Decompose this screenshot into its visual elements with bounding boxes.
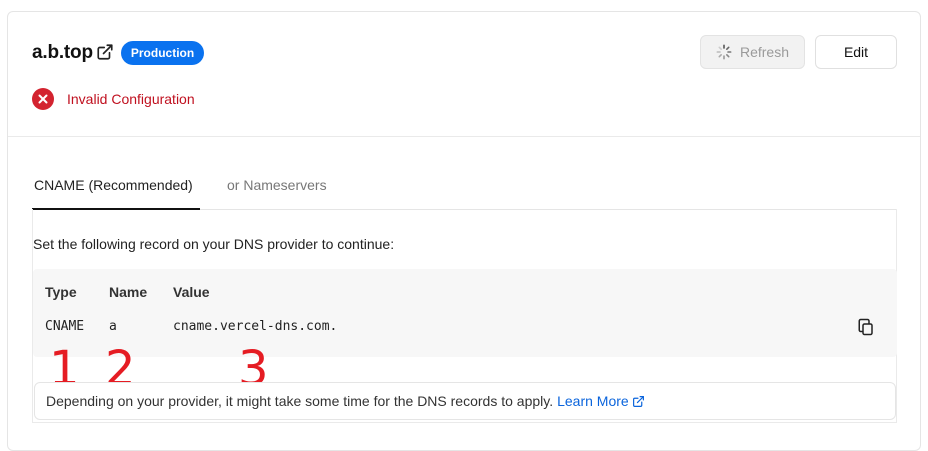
- refresh-label: Refresh: [739, 44, 790, 60]
- edit-button[interactable]: Edit: [815, 35, 897, 69]
- learn-more-label: Learn More: [557, 393, 629, 409]
- header-name: Name: [109, 284, 148, 300]
- copy-icon[interactable]: [857, 318, 875, 336]
- tab-nameservers[interactable]: or Nameservers: [227, 170, 327, 210]
- error-x-icon: [32, 88, 54, 110]
- refresh-button[interactable]: Refresh: [700, 35, 805, 69]
- learn-more-link[interactable]: Learn More: [557, 393, 645, 409]
- propagation-note: Depending on your provider, it might tak…: [34, 382, 896, 420]
- external-link-icon[interactable]: [96, 43, 114, 61]
- domain-card: a.b.top Production Refresh Edit Invalid …: [7, 11, 921, 451]
- domain-name-link[interactable]: a.b.top: [32, 42, 93, 64]
- header-actions: Refresh Edit: [700, 35, 897, 69]
- production-badge: Production: [120, 41, 205, 65]
- note-text: Depending on your provider, it might tak…: [46, 393, 554, 409]
- tab-cname[interactable]: CNAME (Recommended): [32, 170, 200, 210]
- status-text: Invalid Configuration: [67, 91, 195, 107]
- dns-record-table: Type Name Value CNAME a cname.vercel-dns…: [33, 269, 897, 393]
- record-value[interactable]: cname.vercel-dns.com.: [173, 319, 337, 334]
- domain-header: a.b.top Production Refresh Edit Invalid …: [8, 12, 920, 137]
- header-type: Type: [45, 284, 77, 300]
- instructions-text: Set the following record on your DNS pro…: [33, 236, 395, 252]
- record-tabs: CNAME (Recommended) or Nameservers: [32, 170, 897, 210]
- domain-row: a.b.top Production: [32, 40, 205, 66]
- record-type[interactable]: CNAME: [45, 319, 84, 334]
- record-name[interactable]: a: [109, 319, 117, 334]
- spinner-icon: [716, 44, 732, 60]
- record-panel: Set the following record on your DNS pro…: [32, 209, 897, 423]
- status-row: Invalid Configuration: [32, 88, 195, 110]
- header-value: Value: [173, 284, 210, 300]
- external-link-icon: [632, 395, 644, 407]
